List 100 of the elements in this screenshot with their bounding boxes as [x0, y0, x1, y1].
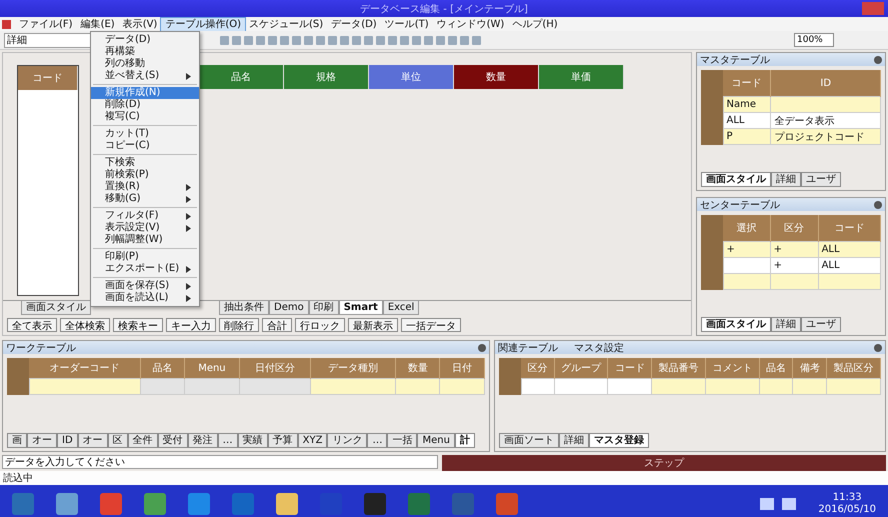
panel-tab[interactable]: ユーザ — [801, 172, 841, 187]
column-header[interactable]: 数量 — [454, 65, 539, 89]
panel-tab[interactable]: ユーザ — [801, 317, 841, 332]
sheet-tab[interactable]: 印刷 — [308, 301, 339, 315]
panel-tab[interactable]: 画面スタイル — [701, 317, 771, 332]
dropdown-item[interactable]: 再構築 — [91, 46, 199, 58]
sheet-tab[interactable]: Smart — [338, 301, 383, 315]
dropdown-item[interactable]: カット(T) — [91, 128, 199, 140]
dropdown-item[interactable]: 前検索(P) — [91, 169, 199, 181]
menu-item[interactable]: ウィンドウ(W) — [432, 18, 508, 30]
panel-tab[interactable]: 画 — [7, 433, 27, 448]
panel-tab[interactable]: 全件 — [128, 433, 158, 448]
dropdown-item[interactable]: エクスポート(E) — [91, 263, 199, 275]
status-panel: ステップ — [442, 455, 886, 471]
menu-item[interactable]: スケジュール(S) — [245, 18, 328, 30]
panel-tab[interactable]: マスタ登録 — [589, 433, 649, 448]
table-cell — [521, 378, 554, 394]
dropdown-item[interactable]: 画面を保存(S) — [91, 280, 199, 292]
dropdown-item[interactable]: 新規作成(N) — [91, 87, 199, 99]
panel-tab[interactable]: XYZ — [298, 433, 328, 448]
filter-button[interactable]: 全て表示 — [7, 318, 57, 332]
tray-icon[interactable] — [782, 498, 796, 510]
panel-tab[interactable]: 区 — [108, 433, 128, 448]
panel-tab[interactable]: … — [218, 433, 238, 448]
menu-item[interactable]: ツール(T) — [380, 18, 433, 30]
column-header[interactable]: 単位 — [369, 65, 454, 89]
column-header: コード — [818, 215, 880, 242]
panel-tab[interactable]: オー — [78, 433, 108, 448]
panel-tab[interactable]: 詳細 — [559, 433, 589, 448]
dropdown-item[interactable]: 下検索 — [91, 157, 199, 169]
dropdown-item[interactable]: 削除(D) — [91, 99, 199, 111]
panel-tab[interactable]: 実績 — [238, 433, 268, 448]
dropdown-item[interactable]: 列幅調整(W) — [91, 234, 199, 246]
filter-button[interactable]: 一括データ — [401, 318, 461, 332]
panel-tab[interactable]: … — [367, 433, 388, 448]
dropdown-item[interactable]: データ(D) — [91, 34, 199, 46]
column-header: グループ — [554, 358, 608, 378]
panel-tab[interactable]: 予算 — [268, 433, 298, 448]
dropdown-item[interactable]: 表示設定(V) — [91, 222, 199, 234]
panel-tab[interactable]: 発注 — [188, 433, 218, 448]
column-header: 品名 — [140, 358, 185, 378]
panel-tab[interactable]: 計 — [454, 433, 475, 448]
dropdown-item[interactable]: 印刷(P) — [91, 251, 199, 263]
sheet-tab[interactable]: Excel — [382, 301, 420, 315]
menu-item[interactable]: データ(D) — [327, 18, 381, 30]
filter-button[interactable]: 検索キー — [113, 318, 163, 332]
filter-button[interactable]: 行ロック — [295, 318, 345, 332]
table-cell: Name — [723, 96, 771, 112]
table-cell — [239, 378, 311, 394]
filter-button[interactable]: キー入力 — [166, 318, 216, 332]
dropdown-item[interactable]: コピー(C) — [91, 140, 199, 152]
menu-item[interactable]: 編集(E) — [76, 18, 119, 30]
tray-icon[interactable] — [760, 498, 774, 510]
panel-tab[interactable]: Menu — [417, 433, 455, 448]
filter-button[interactable]: 全体検索 — [60, 318, 110, 332]
dropdown-item[interactable]: 画面を読込(L) — [91, 292, 199, 304]
panel-title: センターテーブル — [700, 198, 780, 212]
filter-button[interactable]: 最新表示 — [348, 318, 398, 332]
pin-icon[interactable] — [874, 344, 882, 352]
panel-tab[interactable]: 詳細 — [771, 172, 801, 187]
column-header[interactable]: 品名 — [199, 65, 284, 89]
dropdown-item[interactable]: 移動(G) — [91, 193, 199, 205]
panel-tab[interactable]: 受付 — [158, 433, 188, 448]
panel-tab[interactable]: ID — [57, 433, 78, 448]
panel-tab[interactable]: 一括 — [387, 433, 418, 448]
table-cell — [608, 378, 652, 394]
column-header[interactable]: 規格 — [284, 65, 369, 89]
sheet-tab[interactable]: Demo — [269, 301, 309, 315]
dropdown-item[interactable]: 並べ替え(S) — [91, 70, 199, 82]
column-header: 製品番号 — [652, 358, 706, 378]
pin-icon[interactable] — [874, 56, 882, 64]
panel-tab[interactable]: オー — [27, 433, 57, 448]
panel-tab[interactable]: 詳細 — [771, 317, 801, 332]
menu-item[interactable]: ファイル(F) — [15, 18, 77, 30]
zoom-field[interactable]: 100% — [794, 33, 834, 47]
sheet-tab[interactable]: 画面スタイル — [21, 301, 91, 315]
panel-title: 関連テーブル — [498, 342, 558, 354]
column-header[interactable]: 単価 — [539, 65, 624, 89]
dropdown-item[interactable]: 列の移動 — [91, 58, 199, 70]
menu-item[interactable]: 表示(V) — [118, 18, 162, 30]
sheet-tab[interactable]: 抽出条件 — [219, 301, 269, 315]
panel-tab[interactable]: 画面スタイル — [701, 172, 771, 187]
dropdown-item[interactable]: 複写(C) — [91, 111, 199, 123]
clock: 11:33 2016/05/10 — [818, 492, 876, 516]
table-cell — [770, 274, 818, 290]
menu-item[interactable]: ヘルプ(H) — [508, 18, 562, 30]
status-message: 読込中 — [3, 473, 33, 484]
dropdown-item[interactable]: フィルタ(F) — [91, 210, 199, 222]
command-field[interactable]: データを入力してください — [2, 455, 438, 469]
panel-tab[interactable]: リンク — [327, 433, 368, 448]
menu-item[interactable]: テーブル操作(O) — [161, 18, 246, 30]
dropdown-item[interactable]: 置換(R) — [91, 181, 199, 193]
pin-icon[interactable] — [874, 200, 882, 208]
panel-tab[interactable]: 画面ソート — [499, 433, 559, 448]
filter-button[interactable]: 合計 — [262, 318, 292, 332]
filter-button[interactable]: 削除行 — [219, 318, 259, 332]
column-header: ID — [770, 70, 880, 96]
column-header[interactable]: コード — [18, 66, 78, 90]
pin-icon[interactable] — [478, 344, 486, 352]
table-cell — [706, 378, 760, 394]
